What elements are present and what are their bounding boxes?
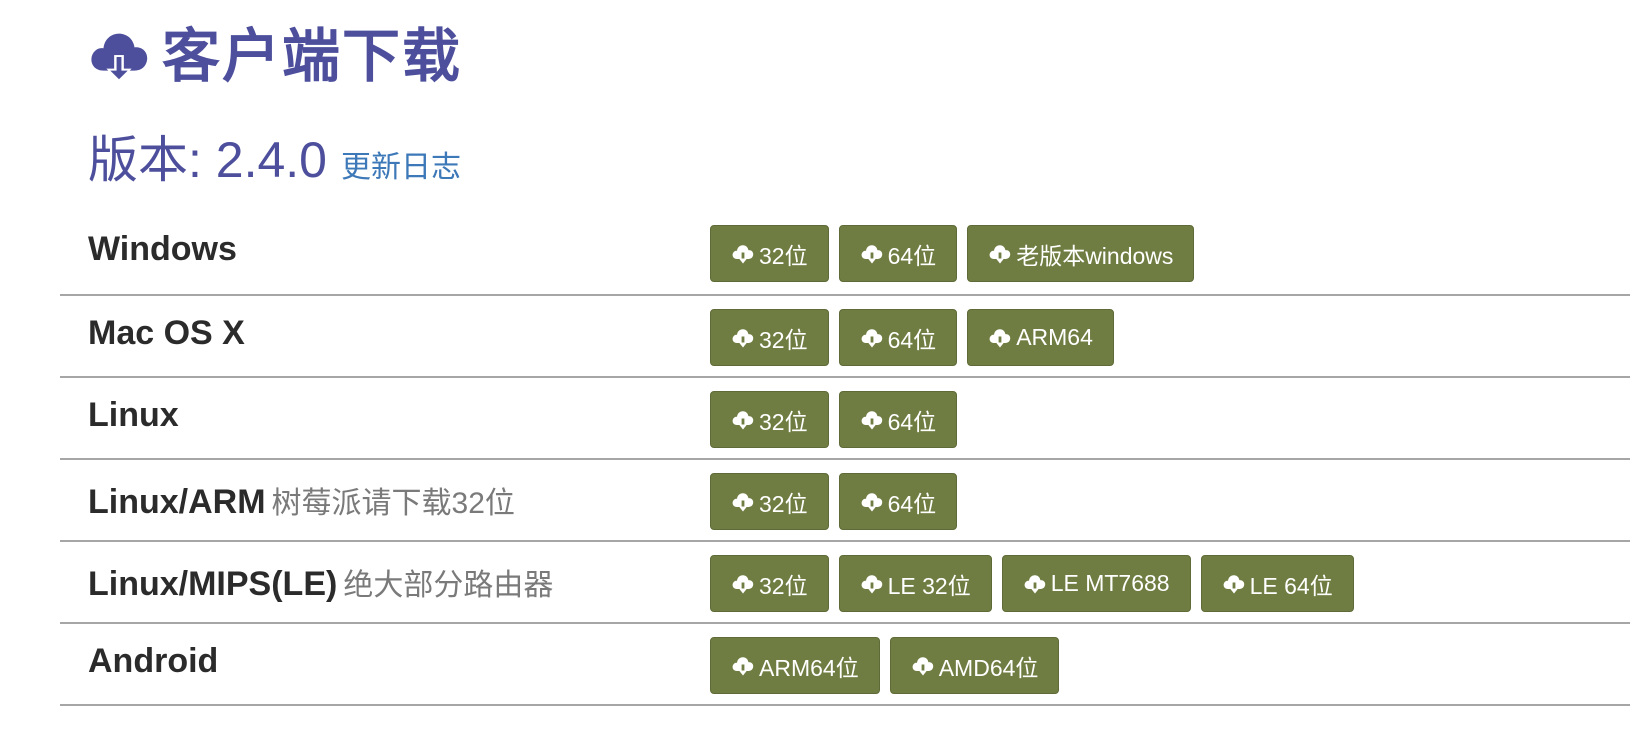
download-button-label: 32位	[759, 242, 808, 269]
platform-note: 绝大部分路由器	[343, 569, 554, 602]
cloud-download-icon	[731, 326, 755, 350]
platform-label: Linux/ARM 树莓派请下载32位	[88, 478, 515, 522]
cloud-download-icon	[1222, 572, 1246, 596]
platform-table: Windows 32位 64位 老版本windows Mac OS X 32位 64位 ARM…	[60, 212, 1630, 706]
cloud-download-icon	[860, 326, 884, 350]
download-buttons: 32位 64位 ARM64	[710, 309, 1114, 366]
cloud-download-icon	[860, 572, 884, 596]
download-button-label: 32位	[759, 326, 808, 353]
download-button[interactable]: LE 32位	[838, 555, 992, 612]
download-buttons: 32位 64位	[710, 391, 958, 448]
download-button[interactable]: 32位	[710, 473, 829, 530]
cloud-download-icon	[731, 490, 755, 514]
download-button[interactable]: LE MT7688	[1001, 555, 1191, 612]
page-title: 客户端下载	[88, 22, 462, 92]
download-button[interactable]: 32位	[710, 555, 829, 612]
download-button[interactable]: 32位	[710, 391, 829, 448]
platform-name: Linux/MIPS(LE)	[88, 565, 338, 603]
title-text: 客户端下载	[162, 24, 463, 89]
cloud-download-icon	[860, 490, 884, 514]
download-button-label: LE MT7688	[1050, 570, 1170, 596]
cloud-download-icon	[860, 242, 884, 266]
platform-name: Linux/ARM	[88, 483, 266, 521]
download-button-label: LE 32位	[887, 572, 971, 599]
version-label: 版本: 2.4.0	[88, 132, 327, 188]
platform-name: Android	[88, 642, 219, 680]
platform-label: Linux/MIPS(LE) 绝大部分路由器	[88, 560, 553, 604]
download-button-label: 32位	[759, 408, 808, 435]
download-button[interactable]: 32位	[710, 225, 829, 282]
platform-label: Android	[88, 642, 218, 681]
platform-row: Mac OS X 32位 64位 ARM64	[60, 296, 1630, 378]
download-button-label: 64位	[887, 326, 937, 353]
download-button[interactable]: 老版本windows	[967, 225, 1195, 282]
download-button-label: ARM64	[1016, 324, 1093, 350]
download-button[interactable]: LE 64位	[1200, 555, 1354, 612]
cloud-download-icon	[731, 408, 755, 432]
cloud-download-icon	[860, 408, 884, 432]
download-button-label: 32位	[759, 572, 808, 599]
version-line: 版本: 2.4.0 更新日志	[88, 120, 461, 188]
download-button[interactable]: 64位	[838, 391, 958, 448]
cloud-download-icon	[988, 242, 1012, 266]
changelog-link[interactable]: 更新日志	[341, 142, 461, 186]
cloud-download-icon	[731, 654, 755, 678]
download-button-label: ARM64位	[759, 654, 859, 681]
platform-row: Linux/ARM 树莓派请下载32位 32位 64位	[60, 460, 1630, 542]
download-button-label: 64位	[887, 490, 937, 517]
platform-row: Android ARM64位 AMD64位	[60, 624, 1630, 706]
platform-label: Windows	[88, 230, 237, 269]
download-button[interactable]: 64位	[838, 473, 958, 530]
cloud-download-icon	[731, 572, 755, 596]
platform-label: Mac OS X	[88, 314, 245, 353]
download-page: 客户端下载 版本: 2.4.0 更新日志 Windows 32位 64位 老版本win…	[0, 0, 1630, 750]
platform-name: Windows	[88, 230, 237, 268]
download-button[interactable]: AMD64位	[889, 637, 1060, 694]
download-button-label: 64位	[887, 242, 937, 269]
download-button-label: LE 64位	[1249, 572, 1333, 599]
platform-name: Linux	[88, 396, 179, 434]
download-buttons: ARM64位 AMD64位	[710, 637, 1060, 694]
download-button-label: 32位	[759, 490, 808, 517]
cloud-download-icon	[988, 326, 1012, 350]
download-buttons: 32位 64位	[710, 473, 958, 530]
platform-name: Mac OS X	[88, 314, 245, 352]
platform-row: Linux 32位 64位	[60, 378, 1630, 460]
download-buttons: 32位 64位 老版本windows	[710, 225, 1195, 282]
cloud-download-icon	[731, 242, 755, 266]
cloud-download-icon	[88, 26, 150, 88]
download-button-label: AMD64位	[938, 654, 1039, 681]
download-button[interactable]: 64位	[838, 225, 958, 282]
platform-note: 树莓派请下载32位	[271, 487, 515, 520]
cloud-download-icon	[911, 654, 935, 678]
download-button[interactable]: ARM64	[967, 309, 1114, 366]
platform-row: Windows 32位 64位 老版本windows	[60, 212, 1630, 296]
download-button-label: 老版本windows	[1016, 242, 1174, 269]
download-buttons: 32位 LE 32位 LE MT7688 LE 64位	[710, 555, 1354, 612]
platform-row: Linux/MIPS(LE) 绝大部分路由器 32位 LE 32位 LE MT7688 L…	[60, 542, 1630, 624]
download-button[interactable]: 64位	[838, 309, 958, 366]
platform-label: Linux	[88, 396, 179, 435]
download-button[interactable]: ARM64位	[710, 637, 880, 694]
download-button[interactable]: 32位	[710, 309, 829, 366]
download-button-label: 64位	[887, 408, 937, 435]
cloud-download-icon	[1023, 572, 1047, 596]
